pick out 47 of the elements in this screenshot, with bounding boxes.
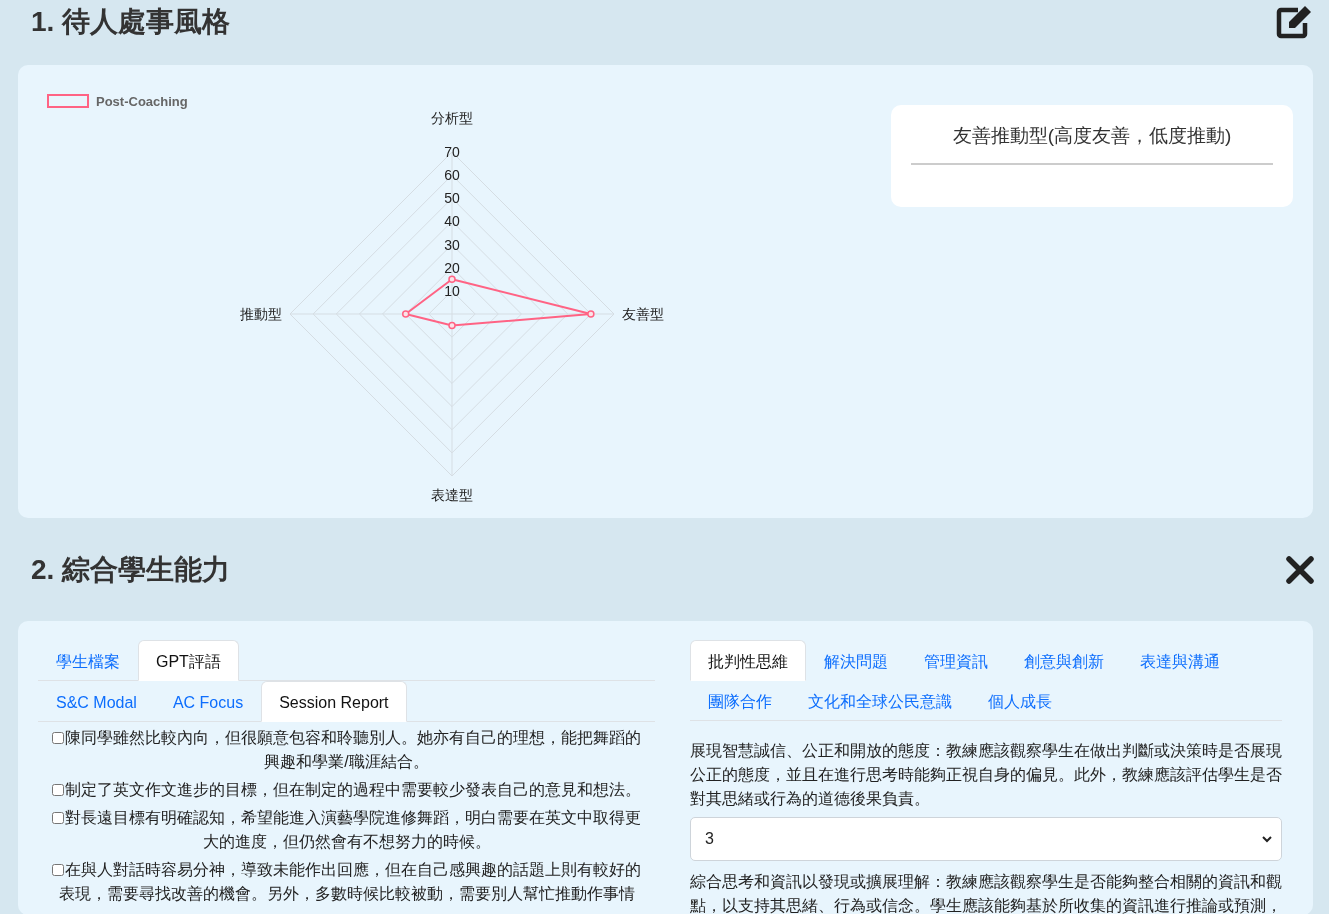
checkbox[interactable] [52, 784, 64, 796]
chevron-down-icon [1261, 834, 1273, 844]
tab[interactable]: 團隊合作 [690, 680, 790, 721]
tick-label: 10 [444, 282, 460, 299]
axis-label: 友善型 [622, 306, 664, 322]
tick-label: 20 [444, 259, 460, 276]
axis-label: 推動型 [240, 306, 282, 322]
edit-icon[interactable] [1276, 5, 1314, 39]
data-point [448, 321, 456, 330]
report-text: 對長遠目標有明確認知，希望能進入演藝學院進修舞蹈，明白需要在英文中取得更大的進度，但仍然會有不想努力的時候。 [65, 809, 641, 850]
checkbox[interactable] [52, 812, 64, 824]
axis-label: 表達型 [431, 487, 473, 503]
close-icon[interactable] [1286, 555, 1314, 584]
report-text: 在與人對話時容易分神，導致未能作出回應，但在自己感興趣的話題上則有較好的表現，需要尋找改善的機會。另外，多數時候比較被動，需要別人幫忙推動作事情 [58, 861, 641, 902]
tab[interactable]: Session Report [261, 681, 407, 722]
tab[interactable]: 文化和全球公民意識 [790, 680, 970, 721]
tick-label: 50 [444, 190, 460, 207]
tab[interactable]: 批判性思維 [690, 640, 806, 681]
tab[interactable]: GPT評語 [138, 640, 239, 681]
tab[interactable]: 管理資訊 [906, 640, 1006, 681]
result-label: 友善推動型(高度友善，低度推動) [911, 123, 1273, 165]
score-select[interactable]: 3 [690, 817, 1282, 861]
checkbox[interactable] [52, 864, 64, 876]
tab[interactable]: AC Focus [154, 681, 262, 722]
axis-label: 分析型 [431, 110, 473, 126]
checkbox[interactable] [52, 732, 64, 744]
data-point [587, 310, 595, 318]
report-text: 制定了英文作文進步的目標，但在制定的過程中需要較少發表自己的意見和想法。 [65, 781, 641, 798]
tick-label: 60 [444, 167, 460, 184]
legend-label: Post-Coaching [96, 94, 188, 109]
data-point [401, 310, 410, 318]
tab[interactable]: 解決問題 [806, 640, 906, 681]
tab[interactable]: 表達與溝通 [1122, 640, 1238, 681]
tick-label: 40 [444, 213, 460, 230]
tab[interactable]: 創意與創新 [1006, 640, 1122, 681]
section-title: 1. 待人處事風格 [31, 5, 231, 39]
tab[interactable]: S&C Modal [38, 681, 155, 722]
tick-label: 30 [444, 236, 460, 253]
criterion-description: 展現智慧誠信、公正和開放的態度：教練應該觀察學生在做出判斷或決策時是否展現公正的態度，並且在進行思考時能夠正視自身的偏見。此外，教練應該評估學生是否對其思緒或行為的道德後果負責。 [690, 741, 1282, 809]
legend-swatch [47, 94, 89, 108]
tab[interactable]: 學生檔案 [38, 640, 138, 681]
report-text: 陳同學雖然比較內向，但很願意包容和聆聽別人。她亦有自己的理想，能把舞蹈的興趣和學業/職涯結合。 [65, 729, 641, 770]
criterion-description: 綜合思考和資訊以發現或擴展理解：教練應該觀察學生是否能夠整合相關的資訊和觀點，以支持其思緒、行為或信念。學生應該能夠基於所收集的資訊進行推論或預測， [690, 872, 1282, 914]
tab[interactable]: 個人成長 [970, 680, 1070, 721]
data-point [448, 275, 456, 284]
section-title: 2. 綜合學生能力 [31, 552, 231, 587]
tick-label: 70 [444, 144, 460, 160]
